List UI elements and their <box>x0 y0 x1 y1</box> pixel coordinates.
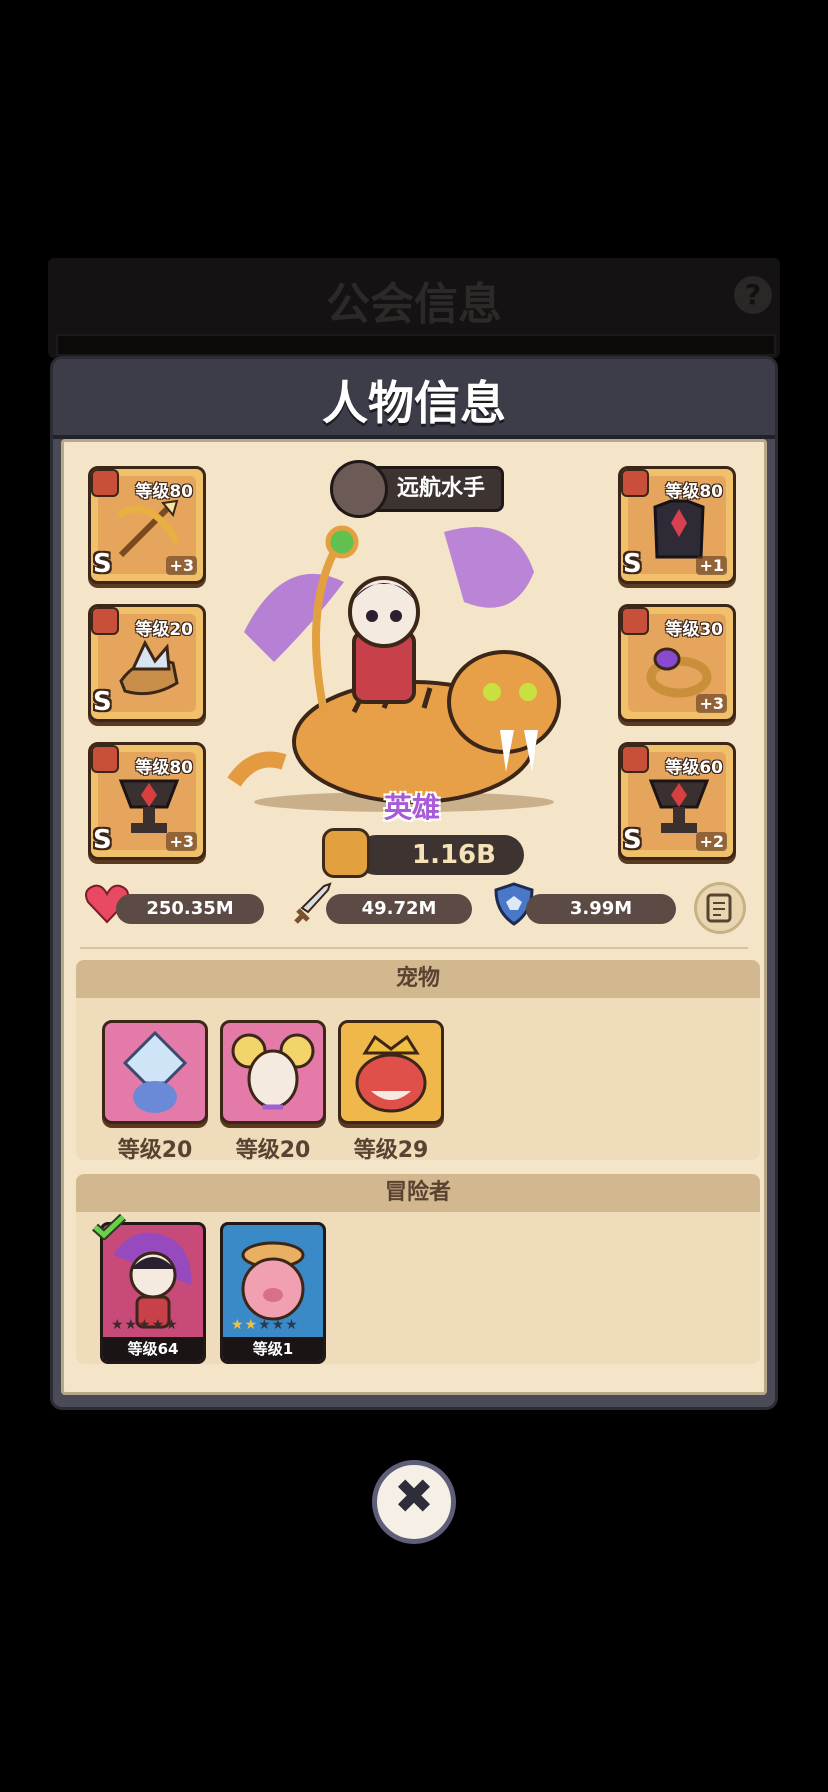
hp-stat: 250.35M <box>116 894 264 924</box>
adventurer-stars: ★★★★★ <box>111 1317 179 1333</box>
pet-card[interactable] <box>102 1020 208 1124</box>
dialog-title: 人物信息 <box>322 376 506 430</box>
combat-power-value: 1.16B <box>356 835 524 875</box>
gloves-type-icon <box>91 607 119 635</box>
ruby-trophy-icon <box>648 779 710 833</box>
adventurer-level: 等级64 <box>103 1337 203 1361</box>
adventurer-level: 等级1 <box>223 1337 323 1361</box>
king-crab-pet-icon <box>355 1034 427 1113</box>
adventurer-card[interactable]: ★★★★★ 等级64 <box>100 1222 206 1364</box>
equipment-slot-ring[interactable]: 等级30 +3 <box>618 604 736 722</box>
hero-on-tiger-icon <box>227 525 561 812</box>
help-icon: ? <box>734 276 772 314</box>
equipment-enhance: +2 <box>696 832 727 851</box>
equipment-slot-weapon[interactable]: 等级80 S +3 <box>88 466 206 584</box>
equipment-slot-trophy-right[interactable]: 等级60 S +2 <box>618 742 736 860</box>
dialog-header: 人物信息 <box>53 359 775 439</box>
equipment-enhance: +3 <box>696 694 727 713</box>
pet-level: 等级29 <box>353 1138 429 1163</box>
document-list-icon <box>706 893 732 923</box>
equipment-grade: S <box>623 549 642 579</box>
ring-type-icon <box>621 607 649 635</box>
anchor-icon <box>330 460 388 518</box>
equipment-level: 等级20 <box>135 620 193 640</box>
equipment-enhance: +3 <box>166 556 197 575</box>
ruby-trophy-icon <box>118 779 180 833</box>
adventurers-section: 冒险者 ★★★★★ 等级64 ★★★★★ 等级1 <box>76 1174 760 1364</box>
adventurer-stars: ★★★★★ <box>231 1317 299 1333</box>
stats-detail-button[interactable] <box>694 882 746 934</box>
equipment-grade: S <box>93 549 112 579</box>
golden-bow-icon <box>117 499 181 558</box>
pet-level: 等级20 <box>117 1138 193 1163</box>
character-info-dialog: 人物信息 等级80 S +3 等级20 S 等级80 S +3 等级80 S +… <box>50 356 778 1410</box>
close-icon: ✖ <box>393 1469 435 1525</box>
hero-rank-label: 英雄 <box>384 791 441 824</box>
equipment-slot-trophy-left[interactable]: 等级80 S +3 <box>88 742 206 860</box>
equipment-grade: S <box>623 825 642 855</box>
adventurers-section-title: 冒险者 <box>76 1174 760 1212</box>
weapon-type-icon <box>91 469 119 497</box>
adventurer-card[interactable]: ★★★★★ 等级1 <box>220 1222 326 1364</box>
mouse-pet-icon <box>231 1033 315 1110</box>
necklace-type-icon <box>91 745 119 773</box>
sword-power-icon <box>322 828 370 878</box>
equipment-grade: S <box>93 825 112 855</box>
ice-crystal-pet-icon <box>122 1030 188 1113</box>
gem-ring-icon <box>646 647 712 698</box>
pets-section: 宠物 等级20 等级20 等级29 <box>76 960 760 1163</box>
equipment-slot-gloves[interactable]: 等级20 S <box>88 604 206 722</box>
check-icon <box>92 1214 126 1240</box>
pet-card[interactable] <box>220 1020 326 1124</box>
pet-level: 等级20 <box>235 1138 311 1163</box>
pet-card[interactable] <box>338 1020 444 1124</box>
guild-info-strip <box>56 334 776 356</box>
dialog-content: 等级80 S +3 等级20 S 等级80 S +3 等级80 S +1 等级3… <box>61 439 767 1395</box>
pets-section-title: 宠物 <box>76 960 760 998</box>
guild-info-title: 公会信息 <box>326 279 502 330</box>
equipment-level: 等级80 <box>135 482 193 502</box>
equipment-level: 等级60 <box>665 758 723 778</box>
equipment-enhance: +1 <box>696 556 727 575</box>
equipment-grade: S <box>93 687 112 717</box>
equipment-level: 等级80 <box>135 758 193 778</box>
defense-stat: 3.99M <box>526 894 676 924</box>
close-button[interactable]: ✖ <box>372 1460 456 1544</box>
attack-stat: 49.72M <box>326 894 472 924</box>
dark-armor-icon <box>653 499 705 559</box>
necklace-type-icon <box>621 745 649 773</box>
equipment-level: 等级80 <box>665 482 723 502</box>
armor-type-icon <box>621 469 649 497</box>
equipment-level: 等级30 <box>665 620 723 640</box>
equipment-slot-armor[interactable]: 等级80 S +1 <box>618 466 736 584</box>
crystal-gauntlet-icon <box>119 639 179 696</box>
equipment-enhance: +3 <box>166 832 197 851</box>
stats-divider <box>80 947 748 949</box>
